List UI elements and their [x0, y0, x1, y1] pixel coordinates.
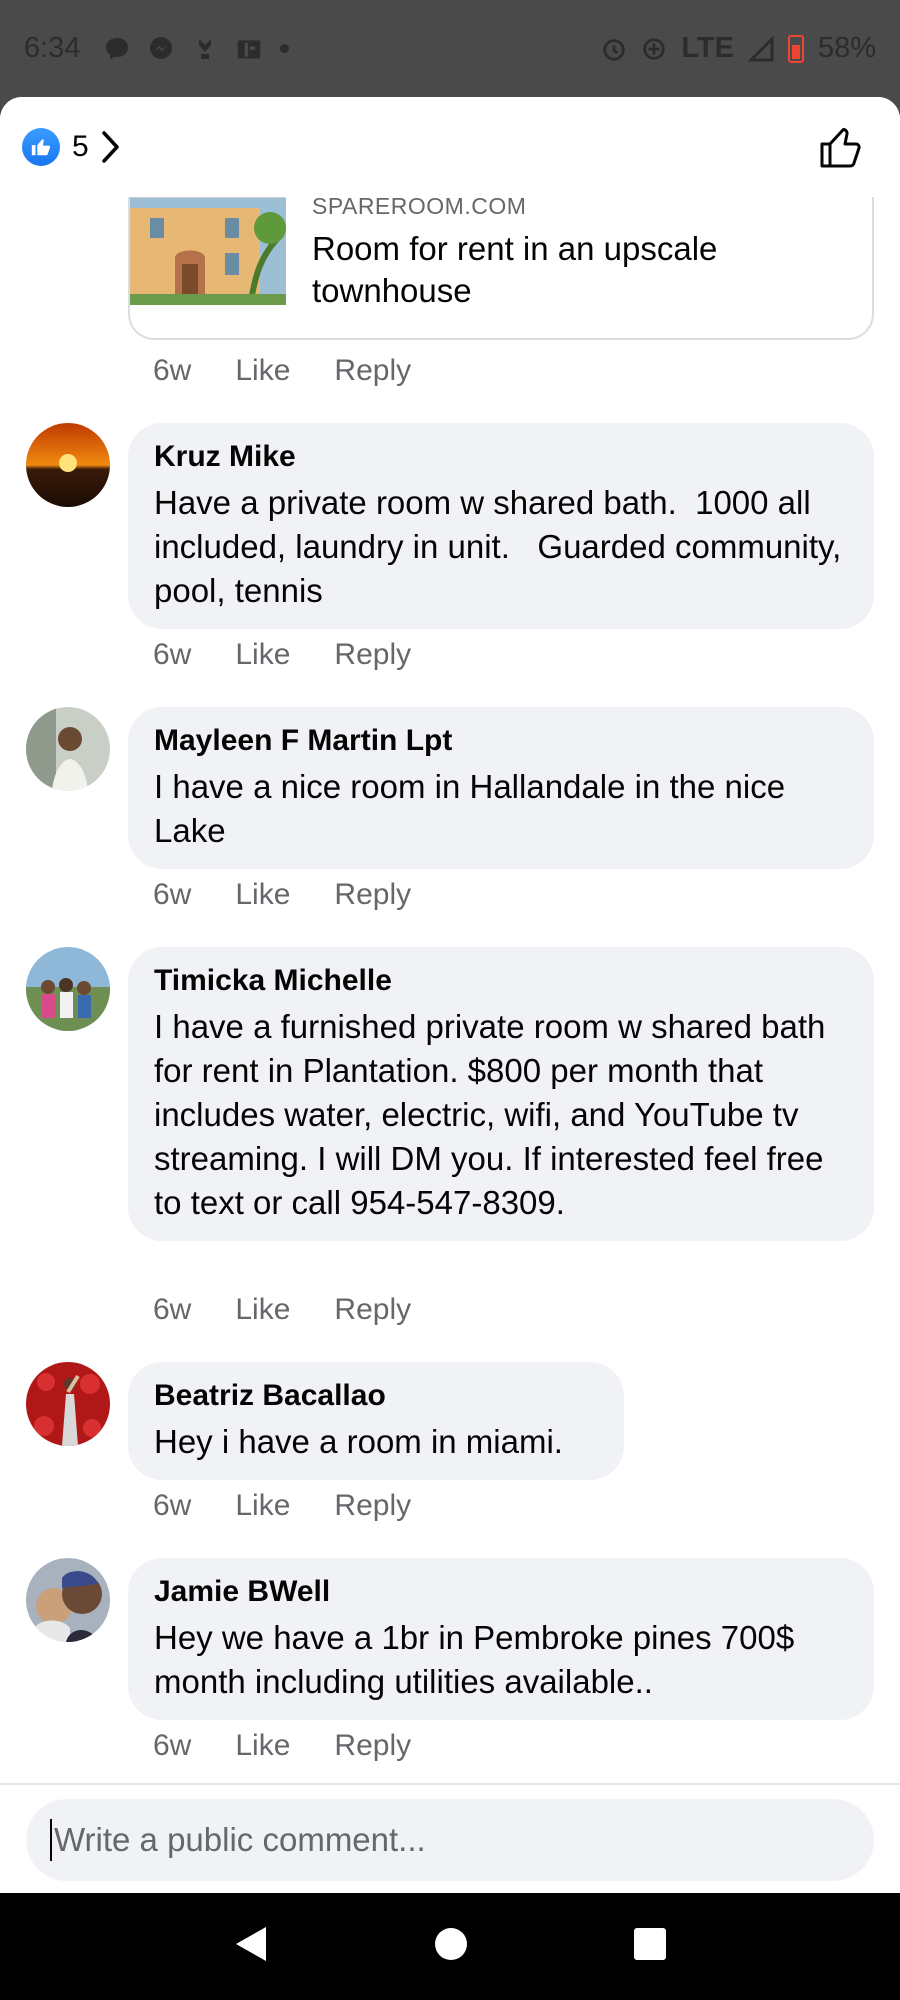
battery-percent: 58% [817, 32, 876, 64]
comment-meta-row: 6w Like Reply [153, 1293, 411, 1327]
like-button[interactable]: Like [235, 354, 290, 388]
avatar[interactable] [26, 1362, 110, 1446]
comment-text: Have a private room w shared bath. 1000 … [154, 484, 851, 609]
comment-author[interactable]: Timicka Michelle [154, 961, 848, 1001]
thumbs-up-icon[interactable] [22, 128, 60, 166]
comment-text: I have a furnished private room w shared… [154, 1008, 835, 1221]
reply-button[interactable]: Reply [334, 1489, 411, 1523]
comment-text: Hey i have a room in miami. [154, 1423, 563, 1460]
like-button[interactable]: Like [235, 1489, 290, 1523]
back-icon[interactable] [233, 1925, 269, 1968]
chat-icon [104, 36, 130, 62]
link-domain: SPAREROOM.COM [312, 193, 527, 219]
comment-time: 6w [153, 1729, 192, 1762]
reply-button[interactable]: Reply [334, 1729, 411, 1763]
avatar[interactable] [26, 947, 110, 1031]
status-bar: 6:34 LTE 58% [0, 0, 900, 97]
avatar[interactable] [26, 423, 110, 507]
data-saver-icon [641, 36, 667, 62]
reaction-count[interactable]: 5 [72, 130, 89, 164]
comment-meta-row: 6w Like Reply [153, 354, 411, 388]
comment-time: 6w [153, 878, 192, 911]
messenger-icon [148, 36, 174, 62]
dot-icon [280, 44, 290, 53]
system-nav-bar [0, 1893, 900, 2000]
link-preview-card[interactable]: SPAREROOM.COM Room for rent in an upscal… [128, 187, 874, 340]
comment-input[interactable]: Write a public comment... [26, 1799, 874, 1881]
comment-time: 6w [153, 1489, 192, 1522]
comments-sheet: 5 SPAREROOM.COM Room for rent in an upsc… [0, 97, 900, 1893]
status-time: 6:34 [24, 32, 81, 64]
comment-bubble[interactable]: Mayleen F Martin Lpt I have a nice room … [128, 707, 874, 869]
reply-button[interactable]: Reply [334, 638, 411, 672]
network-label: LTE [681, 32, 734, 64]
comment-text: I have a nice room in Hallandale in the … [154, 768, 795, 849]
like-button[interactable]: Like [235, 1293, 290, 1327]
reply-button[interactable]: Reply [334, 1293, 411, 1327]
comment-bubble[interactable]: Kruz Mike Have a private room w shared b… [128, 423, 874, 629]
comment-bubble[interactable]: Beatriz Bacallao Hey i have a room in mi… [128, 1362, 624, 1480]
sheet-header: 5 [0, 97, 900, 197]
comment-bubble[interactable]: Jamie BWell Hey we have a 1br in Pembrok… [128, 1558, 874, 1720]
recents-icon[interactable] [633, 1927, 667, 1966]
signal-icon [747, 35, 774, 62]
text-cursor [50, 1819, 52, 1861]
chevron-right-icon[interactable] [101, 130, 121, 164]
alarm-icon [601, 36, 627, 62]
gallery-icon [236, 36, 262, 62]
notification-icon [192, 36, 218, 62]
comment-meta-row: 6w Like Reply [153, 878, 411, 912]
comment-time: 6w [153, 1293, 192, 1326]
link-title[interactable]: Room for rent in an upscale townhouse [312, 228, 792, 312]
comment-meta-row: 6w Like Reply [153, 638, 411, 672]
battery-icon [787, 34, 804, 63]
comment-time: 6w [153, 354, 192, 387]
link-thumbnail [130, 197, 286, 305]
comment-meta-row: 6w Like Reply [153, 1729, 411, 1763]
avatar[interactable] [26, 707, 110, 791]
comment-composer: Write a public comment... [0, 1783, 900, 1893]
comment-author[interactable]: Jamie BWell [154, 1572, 848, 1612]
comment-input-placeholder: Write a public comment... [54, 1821, 426, 1858]
comment-bubble[interactable]: Timicka Michelle I have a furnished priv… [128, 947, 874, 1241]
comments-feed[interactable]: SPAREROOM.COM Room for rent in an upscal… [0, 187, 900, 1877]
comment-meta-row: 6w Like Reply [153, 1489, 411, 1523]
comment-author[interactable]: Kruz Mike [154, 437, 848, 477]
comment-text: Hey we have a 1br in Pembroke pines 700$… [154, 1619, 804, 1700]
reply-button[interactable]: Reply [334, 878, 411, 912]
comment-author[interactable]: Mayleen F Martin Lpt [154, 721, 848, 761]
thumbs-up-outline-icon[interactable] [818, 124, 864, 170]
reply-button[interactable]: Reply [334, 354, 411, 388]
like-button[interactable]: Like [235, 638, 290, 672]
like-button[interactable]: Like [235, 1729, 290, 1763]
avatar[interactable] [26, 1558, 110, 1642]
like-button[interactable]: Like [235, 878, 290, 912]
home-icon[interactable] [434, 1927, 468, 1966]
comment-author[interactable]: Beatriz Bacallao [154, 1376, 598, 1416]
comment-time: 6w [153, 638, 192, 671]
